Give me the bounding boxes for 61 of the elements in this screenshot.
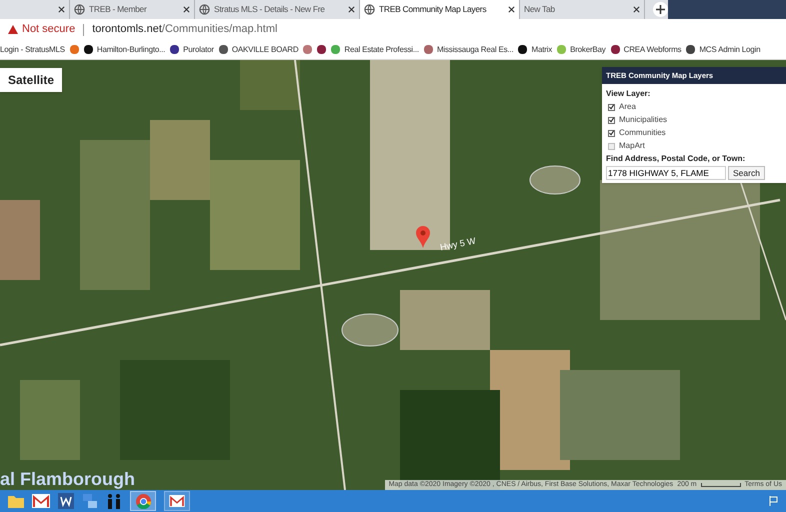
place-label: al Flamborough: [0, 468, 135, 490]
chrome-taskbar-button[interactable]: [130, 491, 156, 511]
bookmark-favicon-icon: [218, 45, 228, 54]
find-label: Find Address, Postal Code, or Town:: [606, 153, 746, 166]
bookmark-favicon-icon: [610, 45, 620, 54]
bookmark-favicon-icon: [170, 45, 180, 54]
close-icon[interactable]: [58, 6, 65, 13]
tab-title: TREB Community Map Layers: [379, 3, 488, 16]
layer-label: Area: [619, 101, 636, 114]
bookmark[interactable]: Hamilton-Burlingto...: [84, 44, 166, 56]
satellite-button[interactable]: Satellite: [0, 68, 62, 92]
bookmark[interactable]: OAKVILLE BOARD: [218, 44, 298, 56]
warning-icon: [8, 25, 18, 34]
layer-checkbox[interactable]: [608, 104, 615, 111]
folder-icon[interactable]: [8, 494, 24, 508]
layer-checkbox[interactable]: [608, 116, 615, 124]
globe-icon: [74, 4, 85, 15]
security-label: Not secure: [22, 22, 76, 38]
people-icon[interactable]: [106, 493, 122, 509]
tab-title: TREB - Member: [89, 3, 148, 16]
bookmark[interactable]: Purolator: [170, 44, 214, 56]
plus-icon: [656, 5, 665, 14]
road-label: Hwy 5 W: [439, 234, 477, 254]
url-text[interactable]: torontomls.net/Communities/map.html: [92, 21, 278, 38]
bookmark[interactable]: CREA Webforms: [610, 44, 682, 56]
close-icon[interactable]: [633, 6, 640, 13]
mail-icon[interactable]: [32, 494, 50, 508]
view-layer-label: View Layer:: [606, 88, 652, 100]
search-button[interactable]: Search: [728, 166, 765, 180]
close-icon[interactable]: [508, 6, 515, 13]
scale-bar: [700, 482, 741, 487]
close-icon[interactable]: [183, 6, 190, 13]
bookmark[interactable]: Real Estate Professi...: [331, 44, 419, 56]
flag-icon[interactable]: [768, 496, 778, 506]
browser-icon: [136, 494, 150, 508]
layer-label: Municipalities: [619, 114, 668, 126]
bookmark-favicon-icon: [424, 45, 433, 54]
new-tab-button[interactable]: [653, 2, 668, 17]
mail-icon: [169, 495, 185, 507]
bookmark-favicon-icon: [518, 45, 528, 54]
mail-taskbar-button[interactable]: [164, 491, 190, 511]
globe-icon: [199, 4, 210, 15]
document-icon[interactable]: [58, 493, 74, 509]
globe-icon: [364, 4, 375, 15]
bookmark-favicon-icon: [686, 45, 696, 54]
bookmark[interactable]: Mississauga Real Es...: [424, 44, 514, 56]
bookmark[interactable]: Matrix: [518, 44, 552, 56]
browser-tab[interactable]: TREB Community Map Layers: [360, 0, 520, 19]
bookmark[interactable]: Login - StratusMLS: [0, 44, 65, 56]
layer-label: MapArt: [619, 140, 645, 152]
bookmark[interactable]: MCS Admin Login: [686, 44, 760, 56]
address-search-field[interactable]: 1778 HIGHWAY 5, FLAME: [606, 166, 726, 180]
map-pin-icon: [416, 226, 430, 248]
bookmark-favicon-icon: [557, 45, 566, 54]
tab-title: New Tab: [524, 3, 556, 16]
layer-checkbox[interactable]: [608, 130, 615, 137]
layer-checkbox[interactable]: [608, 142, 615, 150]
tab-title: Stratus MLS - Details - New Fre: [214, 3, 326, 16]
close-icon[interactable]: [348, 6, 355, 13]
layer-label: Communities: [619, 127, 666, 140]
bookmark[interactable]: BrokerBay: [557, 44, 606, 56]
